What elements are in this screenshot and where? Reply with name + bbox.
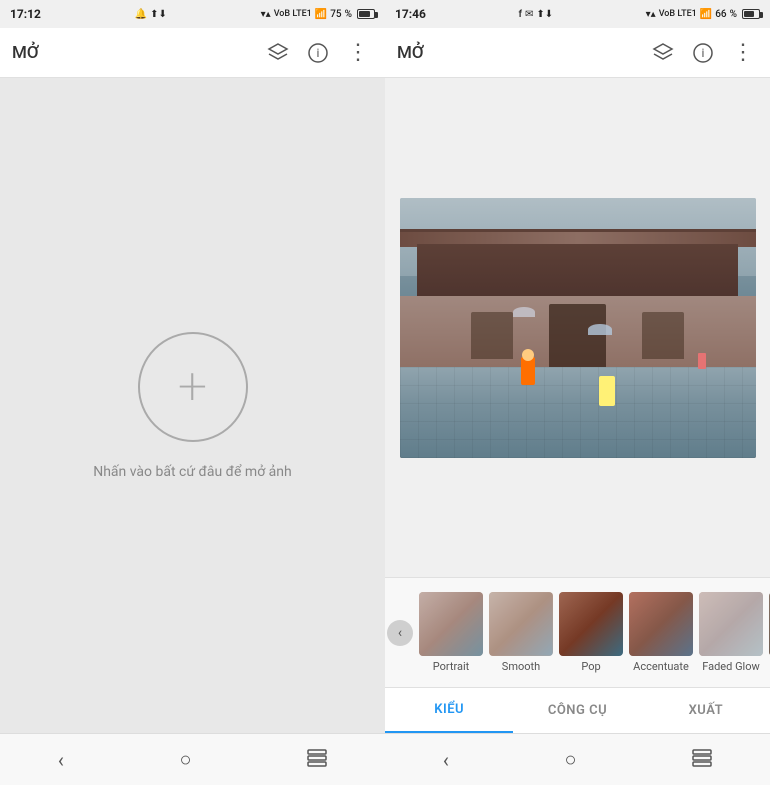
layers-icon-left[interactable] bbox=[263, 38, 293, 68]
right-bottom-tabs: KIỂU CÔNG CỤ XUẤT bbox=[385, 687, 770, 733]
more-icon-right[interactable]: ⋮ bbox=[728, 38, 758, 68]
filter-back-button[interactable]: ‹ bbox=[387, 620, 413, 646]
filter-label-pop: Pop bbox=[581, 660, 600, 673]
right-home-btn[interactable]: ○ bbox=[544, 739, 596, 780]
right-arch bbox=[642, 312, 685, 359]
left-app-title: MỞ bbox=[12, 43, 253, 63]
fb-icon: f bbox=[518, 9, 522, 20]
right-app-bar: MỞ i ⋮ bbox=[385, 28, 770, 78]
bt-icon: ⬆⬇ bbox=[536, 9, 553, 20]
wifi-icon: ▾▴ bbox=[261, 9, 271, 20]
signal-text: VoB LTE1 bbox=[274, 9, 312, 19]
left-home-btn[interactable]: ○ bbox=[159, 739, 211, 780]
right-status-left-icons: f ✉ ⬆⬇ bbox=[518, 9, 553, 20]
info-icon-right[interactable]: i bbox=[688, 38, 718, 68]
left-bottom-nav: ‹ ○ bbox=[0, 733, 385, 785]
notification-icon: 🔔 bbox=[135, 9, 147, 20]
temple-photo[interactable] bbox=[400, 198, 756, 458]
signal-bars: 📶 bbox=[315, 9, 327, 20]
tab-kieu[interactable]: KIỂU bbox=[385, 688, 513, 733]
left-time: 17:12 bbox=[10, 7, 41, 21]
filter-thumb-faded-glow bbox=[699, 592, 763, 656]
msg-icon: ✉ bbox=[525, 9, 533, 20]
right-time: 17:46 bbox=[395, 7, 426, 21]
battery-icon-left bbox=[357, 9, 375, 19]
svg-text:i: i bbox=[702, 46, 705, 60]
filter-thumb-smooth bbox=[489, 592, 553, 656]
tile-pattern bbox=[400, 367, 756, 458]
tab-cong-cu[interactable]: CÔNG CỤ bbox=[513, 688, 641, 733]
right-bottom-nav: ‹ ○ bbox=[385, 733, 770, 785]
gate-opening bbox=[549, 304, 606, 374]
person-yellow bbox=[599, 376, 615, 406]
filter-item-pop[interactable]: Pop bbox=[557, 592, 625, 673]
left-panel: 17:12 🔔 ⬆⬇ ▾▴ VoB LTE1 📶 75% MỞ i bbox=[0, 0, 385, 785]
right-panel: 17:46 f ✉ ⬆⬇ ▾▴ VoB LTE1 📶 66% MỞ i bbox=[385, 0, 770, 785]
right-app-title: MỞ bbox=[397, 43, 638, 63]
add-hint-text: Nhấn vào bất cứ đâu để mở ảnh bbox=[93, 464, 292, 480]
right-recent-btn[interactable] bbox=[672, 740, 732, 780]
left-main-content[interactable]: + Nhấn vào bất cứ đâu để mở ảnh bbox=[0, 78, 385, 733]
filter-thumb-portrait bbox=[419, 592, 483, 656]
filter-label-smooth: Smooth bbox=[502, 660, 540, 673]
filter-item-faded-glow[interactable]: Faded Glow bbox=[697, 592, 765, 673]
left-arch bbox=[471, 312, 514, 359]
battery-pct-right: 66 bbox=[715, 9, 726, 20]
right-main-content: ‹ Portrait Smooth Pop bbox=[385, 78, 770, 733]
filter-item-portrait[interactable]: Portrait bbox=[417, 592, 485, 673]
left-recent-btn[interactable] bbox=[287, 740, 347, 780]
filter-strip: ‹ Portrait Smooth Pop bbox=[385, 577, 770, 687]
layers-icon-right[interactable] bbox=[648, 38, 678, 68]
image-wrapper bbox=[385, 78, 770, 577]
person-orange bbox=[521, 357, 535, 385]
right-right-status: ▾▴ VoB LTE1 📶 66% bbox=[646, 9, 760, 20]
signal-bars-right: 📶 bbox=[700, 9, 712, 20]
main-roof bbox=[417, 244, 737, 301]
left-app-bar: MỞ i ⋮ bbox=[0, 28, 385, 78]
battery-pct-left: 75 bbox=[330, 9, 341, 20]
filter-label-portrait: Portrait bbox=[433, 660, 470, 673]
left-right-status: ▾▴ VoB LTE1 📶 75% bbox=[261, 9, 375, 20]
add-photo-button[interactable]: + bbox=[138, 332, 248, 442]
signal-text-right: VoB LTE1 bbox=[659, 9, 697, 19]
tab-xuat[interactable]: XUẤT bbox=[642, 688, 770, 733]
person-distant bbox=[698, 353, 706, 369]
more-icon-left[interactable]: ⋮ bbox=[343, 38, 373, 68]
filter-label-accentuate: Accentuate bbox=[633, 660, 689, 673]
filter-thumb-accentuate bbox=[629, 592, 693, 656]
umbrella-1 bbox=[513, 307, 535, 317]
plus-icon: + bbox=[178, 361, 207, 413]
filter-item-smooth[interactable]: Smooth bbox=[487, 592, 555, 673]
courtyard bbox=[400, 367, 756, 458]
umbrella-2 bbox=[588, 324, 612, 335]
left-status-bar: 17:12 🔔 ⬆⬇ ▾▴ VoB LTE1 📶 75% bbox=[0, 0, 385, 28]
info-icon-left[interactable]: i bbox=[303, 38, 333, 68]
left-back-btn[interactable]: ‹ bbox=[38, 740, 84, 780]
right-status-bar: 17:46 f ✉ ⬆⬇ ▾▴ VoB LTE1 📶 66% bbox=[385, 0, 770, 28]
right-back-btn[interactable]: ‹ bbox=[423, 740, 469, 780]
filter-label-faded-glow: Faded Glow bbox=[702, 660, 760, 673]
filter-thumb-pop bbox=[559, 592, 623, 656]
filter-item-accentuate[interactable]: Accentuate bbox=[627, 592, 695, 673]
wifi-icon-right: ▾▴ bbox=[646, 9, 656, 20]
data-icon: ⬆⬇ bbox=[150, 9, 167, 20]
svg-text:i: i bbox=[317, 46, 320, 60]
left-status-icons: 🔔 ⬆⬇ bbox=[135, 9, 167, 20]
battery-icon-right bbox=[742, 9, 760, 19]
